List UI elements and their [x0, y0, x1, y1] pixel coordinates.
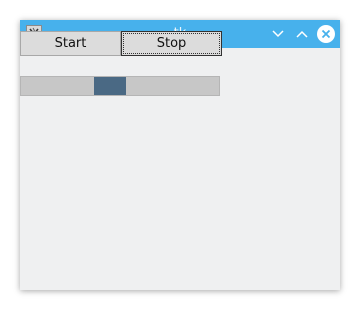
minimize-button[interactable] [268, 24, 288, 44]
chevron-up-icon [296, 30, 308, 38]
start-button[interactable]: Start [20, 31, 121, 56]
progress-indicator [94, 77, 126, 95]
maximize-button[interactable] [292, 24, 312, 44]
close-button[interactable] [316, 24, 336, 44]
tk-window: tk [20, 20, 340, 290]
stop-button[interactable]: Stop [121, 31, 222, 56]
close-icon [317, 25, 335, 43]
progress-bar [20, 76, 220, 96]
chevron-down-icon [272, 30, 284, 38]
